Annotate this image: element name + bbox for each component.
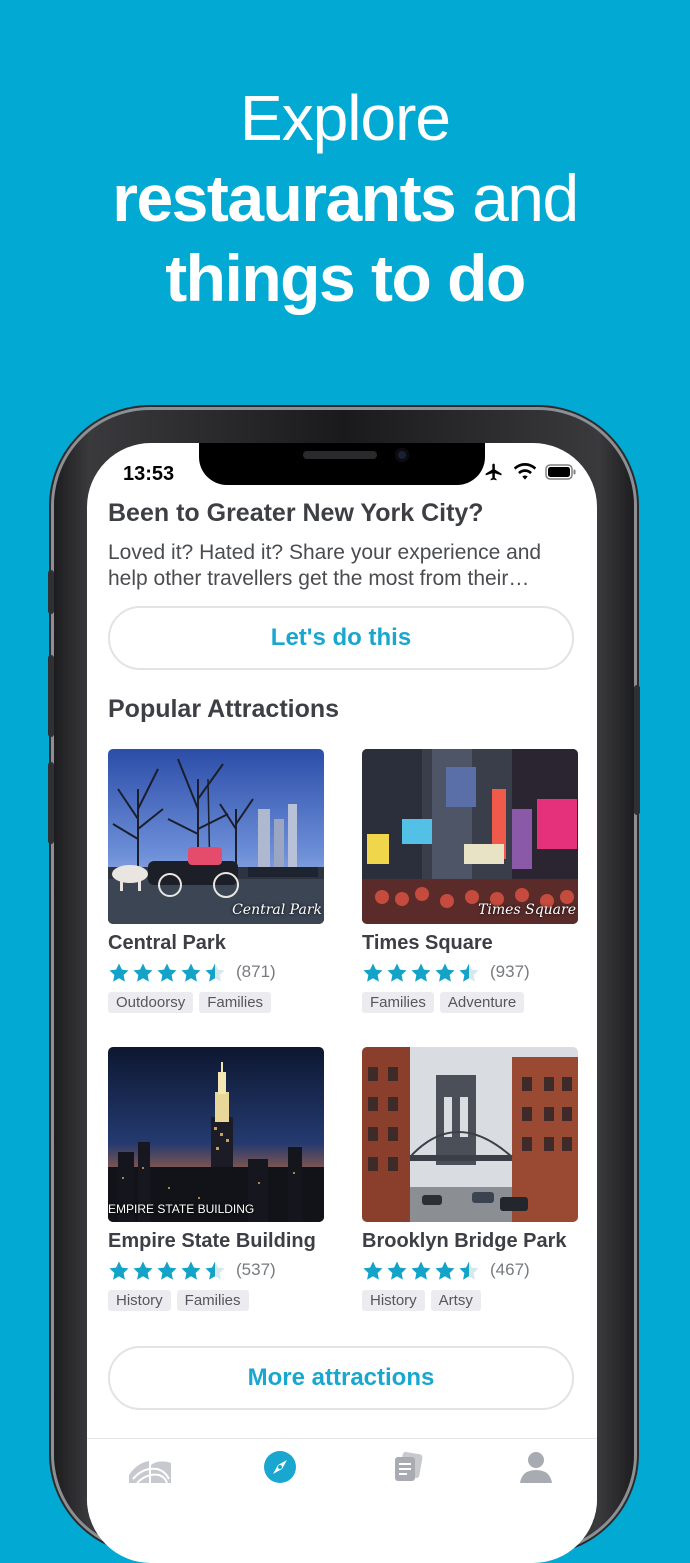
rating-stars [362,962,480,983]
attraction-card-times-square[interactable]: Times Square Times Square (937) Families… [362,749,578,1013]
star-icon [205,1261,225,1280]
star-icon [181,1261,201,1280]
star-icon [157,963,177,982]
tab-explore[interactable] [255,1449,305,1489]
tag-artsy: Artsy [430,1290,481,1311]
star-icon [205,963,225,982]
cards-icon [390,1449,426,1489]
review-prompt-line-1: Loved it? Hated it? Share your experienc… [108,541,542,564]
times-square-photo[interactable]: Times Square [362,749,578,924]
front-camera [395,448,409,462]
skyline-icon [127,1449,173,1489]
star-icon [363,1261,383,1280]
phone-screen: 13:53 Been to Greater New York City? Lov… [87,443,597,1563]
headline-light-word: and [455,161,579,235]
review-count: (537) [236,1260,276,1279]
phone-mute-switch [48,570,54,614]
headline-line-1: Explore [240,82,451,154]
attraction-rating: (937) [362,961,578,983]
attraction-name[interactable]: Brooklyn Bridge Park [362,1230,578,1253]
promo-headline: Explore restaurants and things to do [0,78,690,318]
star-icon [109,1261,129,1280]
lets-do-this-button[interactable]: Let's do this [108,606,574,670]
attraction-tags: History Families [108,1290,324,1311]
more-attractions-button[interactable]: More attractions [108,1346,574,1410]
headline-bold-word: restaurants [112,161,457,235]
rating-stars [108,962,226,983]
headline-line-3: things to do [0,238,690,318]
star-icon [411,963,431,982]
review-count: (937) [490,962,530,981]
empire-state-building-photo[interactable]: EMPIRE STATE BUILDING [108,1047,324,1222]
battery-icon [545,464,577,485]
star-icon [363,963,383,982]
star-icon [109,963,129,982]
review-prompt-title: Been to Greater New York City? [108,499,484,527]
star-icon [133,1261,153,1280]
times-square-photo-caption: Times Square [478,902,576,918]
profile-icon [518,1449,554,1489]
tab-trips[interactable] [383,1449,433,1489]
star-icon [459,1261,479,1280]
attraction-rating: (871) [108,961,324,983]
attraction-name[interactable]: Central Park [108,932,324,955]
review-prompt-line-2: help other travellers get the most from … [108,567,530,590]
phone-volume-up [48,655,54,737]
phone-volume-down [48,762,54,844]
attraction-tags: Outdoorsy Families [108,992,324,1013]
star-icon [387,963,407,982]
star-icon [435,1261,455,1280]
attraction-card-central-park[interactable]: Central Park Central Park (871) Outdoors… [108,749,324,1013]
tab-profile[interactable] [511,1449,561,1489]
attraction-tags: History Artsy [362,1290,578,1311]
attraction-name[interactable]: Empire State Building [108,1230,324,1253]
tag-families: Families [362,992,434,1013]
popular-attractions-title: Popular Attractions [108,695,340,723]
airplane-icon [483,462,505,487]
tag-history: History [108,1290,171,1311]
wifi-icon [513,463,537,486]
status-icons [483,462,577,487]
star-icon [133,963,153,982]
rating-stars [362,1260,480,1281]
central-park-photo-caption: Central Park [232,902,322,918]
attraction-name[interactable]: Times Square [362,932,578,955]
status-time: 13:53 [123,463,175,485]
tag-adventure: Adventure [439,992,525,1013]
compass-icon [262,1449,298,1489]
tag-families: Families [176,1290,249,1311]
bottom-tab-bar [87,1438,597,1519]
attraction-card-brooklyn-bridge-park[interactable]: Brooklyn Bridge Park (467) History Artsy [362,1047,578,1311]
headline-line-3-text: things to do [165,241,526,315]
star-icon [181,963,201,982]
star-icon [459,963,479,982]
review-count: (467) [490,1260,530,1279]
attraction-rating: (467) [362,1259,578,1281]
central-park-photo[interactable]: Central Park [108,749,324,924]
attraction-card-empire-state-building[interactable]: EMPIRE STATE BUILDING Empire State Build… [108,1047,324,1311]
star-icon [387,1261,407,1280]
tag-history: History [362,1290,425,1311]
tag-families: Families [199,992,272,1013]
review-count: (871) [236,962,276,981]
phone-notch [199,443,485,485]
review-prompt-body: Loved it? Hated it? Share your experienc… [108,540,578,592]
attraction-tags: Families Adventure [362,992,578,1013]
headline-line-2: restaurants and [0,158,690,238]
attraction-rating: (537) [108,1259,324,1281]
rating-stars [108,1260,226,1281]
star-icon [435,963,455,982]
earpiece-speaker [303,451,377,459]
tab-home[interactable] [125,1449,175,1489]
tag-outdoorsy: Outdoorsy [108,992,194,1013]
phone-power-button [634,685,640,815]
star-icon [411,1261,431,1280]
empire-state-photo-caption: EMPIRE STATE BUILDING [108,1202,255,1216]
brooklyn-bridge-park-photo[interactable] [362,1047,578,1222]
star-icon [157,1261,177,1280]
